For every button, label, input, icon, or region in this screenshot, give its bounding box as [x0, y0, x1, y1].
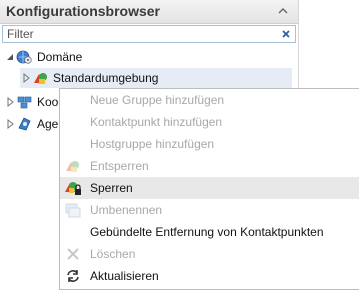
- menu-item-label: Umbenennen: [90, 203, 163, 217]
- collapsed-arrow-icon[interactable]: [4, 118, 16, 130]
- rename-icon: [64, 202, 82, 218]
- collapsed-arrow-icon[interactable]: [20, 72, 32, 84]
- filter-box: [2, 25, 296, 43]
- lock-icon: [64, 180, 82, 196]
- menu-item-rename[interactable]: Umbenennen: [60, 199, 359, 221]
- menu-item-label: Kontaktpunkt hinzufügen: [90, 115, 223, 129]
- environment-icon: [32, 70, 50, 86]
- menu-item-label: Löschen: [90, 247, 136, 261]
- domain-icon: [16, 49, 34, 65]
- collapsed-arrow-icon[interactable]: [4, 96, 16, 108]
- menu-item-label: Aktualisieren: [90, 269, 159, 283]
- tree-item-label: Standardumgebung: [53, 71, 159, 85]
- menu-item-label: Neue Gruppe hinzufügen: [90, 93, 225, 107]
- tree-item-standard-environment[interactable]: Standardumgebung: [20, 68, 292, 88]
- menu-item-add-host-group[interactable]: Hostgruppe hinzufügen: [60, 133, 359, 155]
- menu-item-add-group[interactable]: Neue Gruppe hinzufügen: [60, 89, 359, 111]
- clear-filter-icon[interactable]: [279, 27, 293, 41]
- collapse-up-icon[interactable]: [276, 4, 290, 18]
- coordinator-icon: [16, 94, 34, 110]
- refresh-icon: [64, 268, 82, 284]
- delete-icon: [64, 246, 82, 262]
- agent-icon: [16, 116, 34, 132]
- menu-item-add-contact-point[interactable]: Kontaktpunkt hinzufügen: [60, 111, 359, 133]
- tree-item-coordinator[interactable]: Koo: [4, 92, 58, 112]
- menu-item-label: Hostgruppe hinzufügen: [90, 137, 215, 151]
- menu-item-label: Gebündelte Entfernung von Kontaktpunkten: [90, 225, 324, 239]
- panel-title: Konfigurationsbrowser: [6, 3, 161, 19]
- tree-item-domain[interactable]: Domäne: [4, 47, 82, 67]
- filter-input[interactable]: [3, 26, 281, 42]
- menu-item-lock[interactable]: Sperren: [60, 177, 359, 199]
- menu-item-label: Entsperren: [90, 159, 149, 173]
- tree-item-label: Domäne: [37, 50, 83, 64]
- menu-item-delete[interactable]: Löschen: [60, 243, 359, 265]
- tree-item-label: Koo: [37, 95, 59, 109]
- context-menu: Neue Gruppe hinzufügen Kontaktpunkt hinz…: [59, 88, 359, 290]
- unlock-icon: [64, 158, 82, 174]
- tree-item-agents[interactable]: Age: [4, 114, 58, 134]
- menu-item-unlock[interactable]: Entsperren: [60, 155, 359, 177]
- menu-item-label: Sperren: [90, 181, 133, 195]
- tree-item-label: Age: [37, 117, 59, 131]
- menu-item-bulk-remove-contact-points[interactable]: Gebündelte Entfernung von Kontaktpunkten: [60, 221, 359, 243]
- expanded-arrow-icon[interactable]: [4, 51, 16, 63]
- panel-header: Konfigurationsbrowser: [0, 0, 298, 24]
- menu-item-refresh[interactable]: Aktualisieren: [60, 265, 359, 287]
